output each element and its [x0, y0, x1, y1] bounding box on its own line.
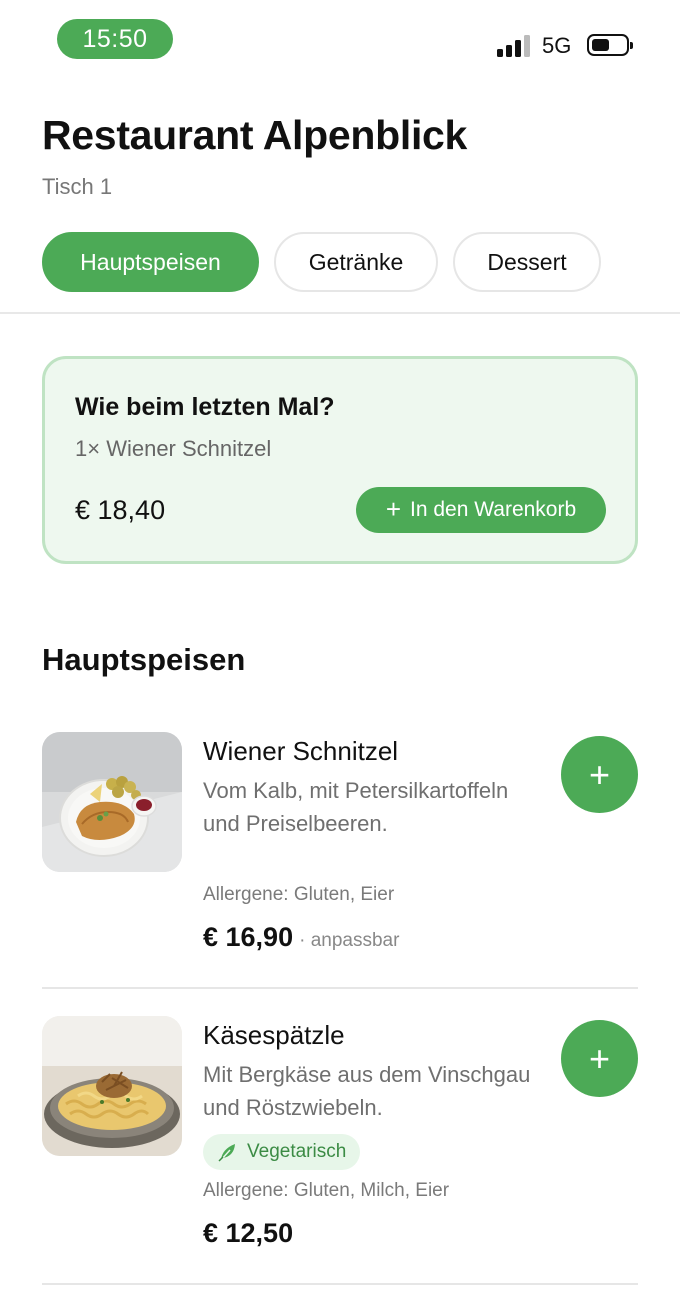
- dish-item: Käsespätzle Mit Bergkäse aus dem Vinschg…: [42, 1016, 638, 1266]
- dish-item: Wiener Schnitzel Vom Kalb, mit Petersilk…: [42, 732, 638, 962]
- dish-name: Wiener Schnitzel: [203, 736, 399, 766]
- reorder-price: € 18,40: [75, 495, 166, 525]
- header-divider: [0, 312, 680, 314]
- restaurant-title: Restaurant Alpenblick: [42, 112, 468, 158]
- category-tabs: Hauptspeisen Getränke Dessert: [42, 232, 601, 292]
- status-bar: 15:50 5G: [0, 0, 680, 80]
- dish-name: Käsespätzle: [203, 1020, 345, 1050]
- tab-getraenke[interactable]: Getränke: [274, 232, 438, 292]
- row-divider: [42, 1283, 638, 1285]
- add-to-cart-button[interactable]: + In den Warenkorb: [356, 487, 606, 533]
- tab-dessert[interactable]: Dessert: [453, 232, 601, 292]
- vegetarian-label: Vegetarisch: [247, 1141, 347, 1162]
- table-label: Tisch 1: [42, 174, 113, 199]
- dish-price-row: € 12,50: [203, 1218, 293, 1249]
- vegetarian-badge: Vegetarisch: [203, 1134, 361, 1170]
- add-to-cart-label: In den Warenkorb: [410, 498, 577, 521]
- battery-icon: [587, 34, 633, 56]
- reorder-title: Wie beim letzten Mal?: [75, 393, 335, 421]
- dish-description: Mit Bergkäse aus dem Vinschgau und Röstz…: [203, 1062, 531, 1120]
- dish-description: Vom Kalb, mit Petersilkartoffeln und Pre…: [203, 778, 509, 836]
- dish-customizable-note: · anpassbar: [299, 930, 400, 951]
- leaf-icon: [218, 1144, 235, 1162]
- network-label: 5G: [542, 33, 572, 58]
- dish-price: € 12,50: [203, 1218, 294, 1248]
- section-title: Hauptspeisen: [42, 642, 246, 677]
- dish-image-kaesespaetzle[interactable]: [42, 1016, 182, 1156]
- add-dish-button[interactable]: +: [561, 1020, 638, 1097]
- tab-hauptspeisen[interactable]: Hauptspeisen: [42, 232, 259, 292]
- reorder-items: 1× Wiener Schnitzel: [75, 436, 272, 461]
- row-divider: [42, 987, 638, 989]
- reorder-card: Wie beim letzten Mal? 1× Wiener Schnitze…: [42, 356, 638, 564]
- signal-icon: [497, 33, 533, 57]
- plus-icon: +: [385, 494, 402, 524]
- dish-allergens: Allergene: Gluten, Milch, Eier: [203, 1180, 450, 1201]
- add-dish-button[interactable]: +: [561, 736, 638, 813]
- dish-allergens: Allergene: Gluten, Eier: [203, 884, 395, 905]
- dish-image-schnitzel[interactable]: [42, 732, 182, 872]
- status-time: 15:50: [57, 19, 173, 59]
- dish-price: € 16,90: [203, 922, 294, 952]
- dish-price-row: € 16,90 · anpassbar: [203, 922, 399, 953]
